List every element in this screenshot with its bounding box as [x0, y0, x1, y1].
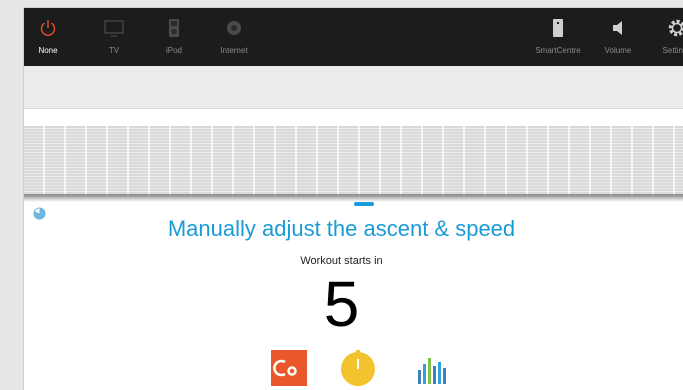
- top-navigation-bar: None TV iPod Internet SmartCentre Volume…: [24, 8, 683, 66]
- tv-icon: [104, 20, 124, 37]
- nav-item-none[interactable]: None: [28, 8, 68, 66]
- stats-chart-badge[interactable]: [414, 350, 450, 386]
- manual-mode-badge[interactable]: [271, 350, 307, 386]
- countdown-number: 5: [323, 268, 360, 340]
- sub-toolbar: [24, 66, 683, 109]
- nav-item-label: Settings: [662, 46, 683, 55]
- nav-item-label: Internet: [220, 46, 248, 55]
- nav-item-label: None: [38, 46, 58, 55]
- nav-item-smartcentre[interactable]: SmartCentre: [528, 8, 588, 66]
- nav-item-label: SmartCentre: [535, 46, 581, 55]
- nav-item-internet[interactable]: Internet: [212, 8, 256, 66]
- workout-headline: Manually adjust the ascent & speed: [167, 216, 516, 241]
- gear-icon: [668, 19, 683, 37]
- phone-icon: [553, 19, 563, 37]
- globe-icon: [227, 21, 241, 35]
- power-icon: [40, 20, 56, 36]
- speaker-icon: [613, 21, 622, 35]
- ipod-icon: [169, 19, 179, 37]
- nav-item-label: TV: [108, 46, 120, 55]
- drag-handle[interactable]: [354, 202, 374, 206]
- nav-item-label: iPod: [165, 46, 182, 55]
- profile-shadow: [24, 194, 683, 202]
- nav-item-ipod[interactable]: iPod: [154, 8, 194, 66]
- countdown-caption: Workout starts in: [300, 255, 383, 267]
- timer-dial-badge[interactable]: [340, 350, 376, 386]
- nav-item-volume[interactable]: Volume: [596, 8, 640, 66]
- nav-item-tv[interactable]: TV: [94, 8, 134, 66]
- nav-item-settings[interactable]: Settings: [654, 8, 683, 66]
- nav-item-label: Volume: [604, 46, 632, 55]
- workout-profile-graphic: [24, 126, 683, 198]
